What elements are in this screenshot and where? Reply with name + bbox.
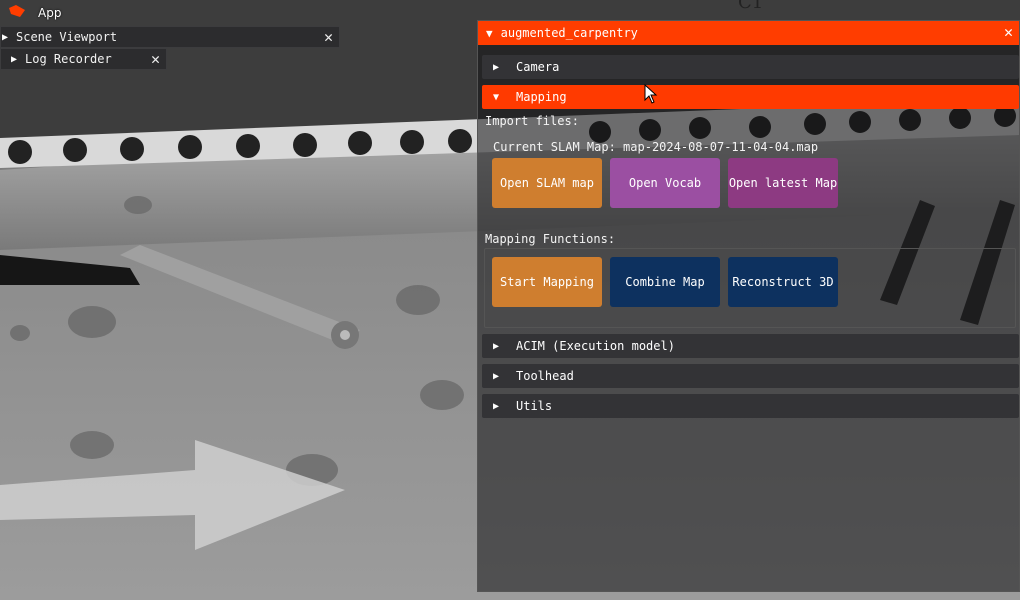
section-camera[interactable]: ▶ Camera: [482, 55, 1019, 79]
expand-icon: ▶: [493, 400, 500, 412]
section-acim[interactable]: ▶ ACIM (Execution model): [482, 334, 1019, 358]
section-toolhead-label: Toolhead: [516, 369, 574, 383]
section-utils-label: Utils: [516, 399, 553, 413]
app-title-bar: App: [0, 0, 480, 26]
expand-icon[interactable]: ▶: [2, 32, 12, 43]
expand-icon: ▶: [493, 340, 500, 352]
open-slam-map-button[interactable]: Open SLAM map: [492, 158, 602, 208]
expand-icon[interactable]: ▶: [11, 54, 21, 65]
section-mapping-label: Mapping: [516, 90, 567, 104]
panel-title: augmented_carpentry: [500, 26, 638, 40]
open-vocab-button[interactable]: Open Vocab: [610, 158, 720, 208]
close-icon[interactable]: ✕: [324, 29, 333, 45]
start-mapping-button[interactable]: Start Mapping: [492, 257, 602, 307]
close-icon[interactable]: ✕: [1004, 24, 1013, 40]
combine-map-button[interactable]: Combine Map: [610, 257, 720, 307]
log-recorder-window[interactable]: ▶ Log Recorder ✕: [0, 48, 167, 70]
panel-title-bar[interactable]: ▼ augmented_carpentry ✕: [478, 21, 1019, 45]
section-camera-label: Camera: [516, 60, 560, 74]
section-acim-label: ACIM (Execution model): [516, 339, 675, 353]
import-files-heading: Import files:: [485, 114, 579, 128]
scene-viewport-title: Scene Viewport: [16, 30, 118, 44]
collapse-icon: ▼: [493, 91, 500, 103]
section-mapping[interactable]: ▼ Mapping: [482, 85, 1019, 109]
app-logo-icon: [9, 5, 25, 17]
section-toolhead[interactable]: ▶ Toolhead: [482, 364, 1019, 388]
reconstruct-3d-button[interactable]: Reconstruct 3D: [728, 257, 838, 307]
app-title: App: [38, 6, 62, 20]
augmented-carpentry-panel: ▼ augmented_carpentry ✕ ▶ Camera ▼ Mappi…: [477, 20, 1020, 592]
collapse-icon[interactable]: ▼: [486, 27, 493, 40]
section-utils[interactable]: ▶ Utils: [482, 394, 1019, 418]
scene-label: C1: [738, 0, 764, 13]
expand-icon: ▶: [493, 370, 500, 382]
open-latest-map-button[interactable]: Open latest Map: [728, 158, 838, 208]
log-recorder-title: Log Recorder: [25, 52, 112, 66]
close-icon[interactable]: ✕: [151, 51, 160, 67]
expand-icon: ▶: [493, 61, 500, 73]
current-slam-map-label: Current SLAM Map: map-2024-08-07-11-04-0…: [493, 140, 819, 154]
mouse-cursor-icon: [644, 84, 658, 104]
mapping-functions-heading: Mapping Functions:: [485, 232, 616, 246]
scene-viewport-window[interactable]: ▶ Scene Viewport ✕: [0, 26, 340, 48]
